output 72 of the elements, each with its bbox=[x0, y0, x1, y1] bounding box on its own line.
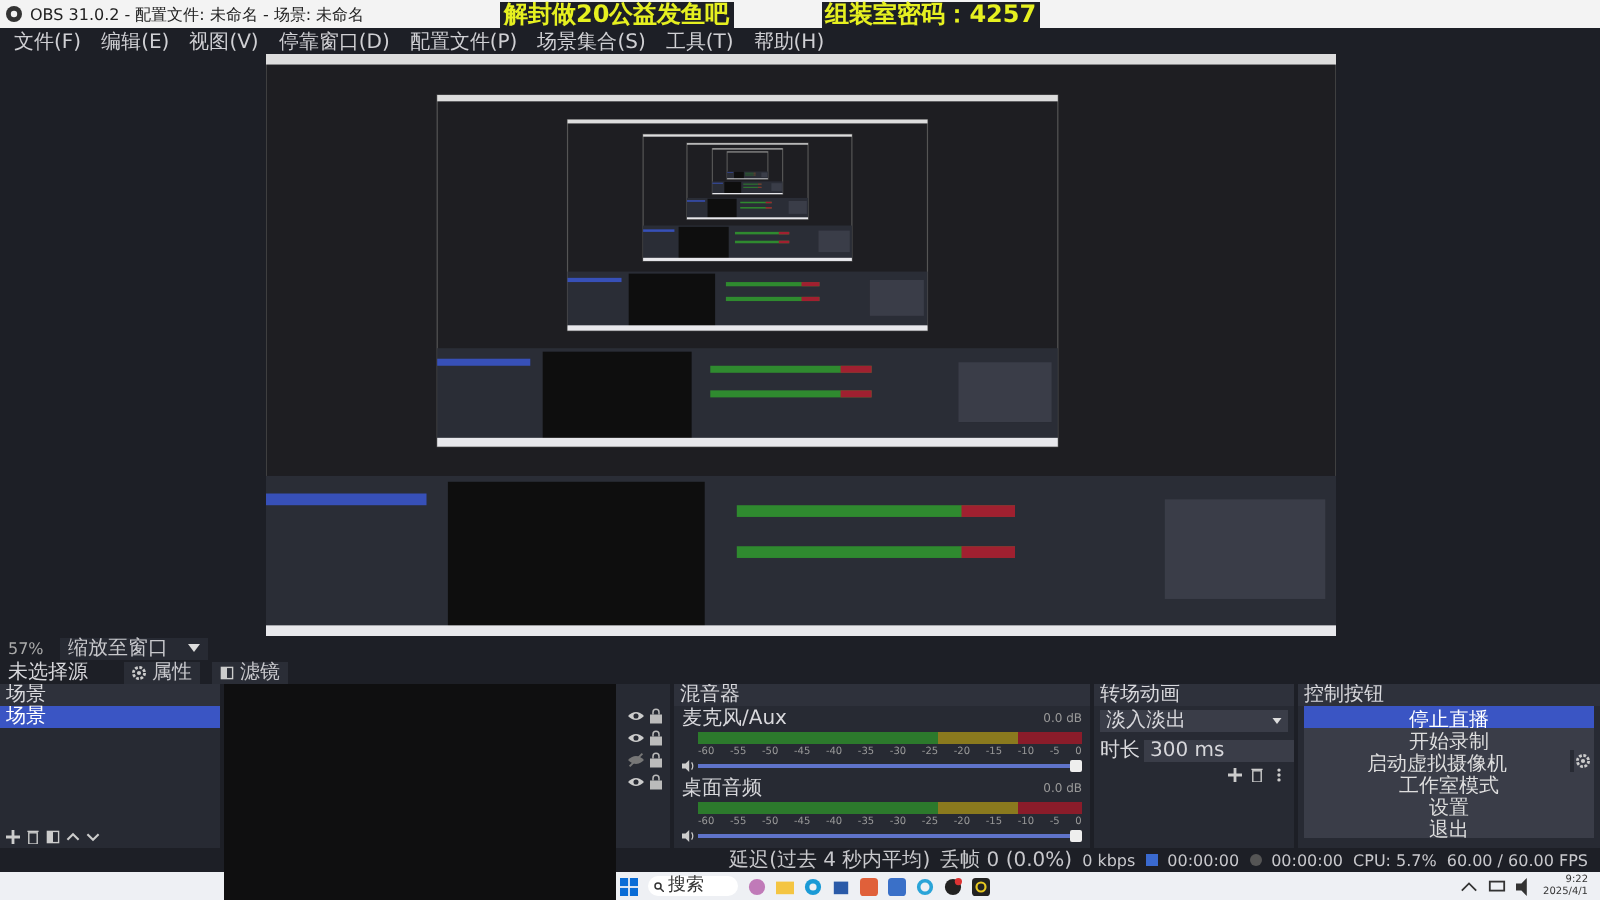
control-button[interactable]: 启动虚拟摄像机 bbox=[1304, 750, 1570, 772]
eye-icon[interactable] bbox=[628, 730, 644, 746]
trash-icon[interactable] bbox=[26, 830, 40, 844]
virtual-camera-settings-button[interactable] bbox=[1573, 750, 1594, 772]
network-icon[interactable] bbox=[1487, 877, 1506, 895]
filter-icon bbox=[220, 665, 234, 679]
menu-item[interactable]: 场景集合(S) bbox=[527, 27, 656, 55]
eye-icon[interactable] bbox=[628, 708, 644, 724]
lock-icon[interactable] bbox=[650, 774, 662, 790]
control-button[interactable]: 设置 bbox=[1304, 794, 1594, 816]
eye-icon[interactable] bbox=[628, 774, 644, 790]
trash-icon[interactable] bbox=[1250, 768, 1264, 782]
control-button[interactable]: 退出 bbox=[1304, 816, 1594, 838]
search-icon bbox=[654, 881, 664, 891]
scene-item[interactable]: 场景 bbox=[0, 706, 220, 728]
app-tile-icon[interactable] bbox=[888, 877, 906, 895]
status-text: 00:00:00 bbox=[1167, 851, 1240, 869]
caret-icon bbox=[187, 644, 200, 652]
lock-icon[interactable] bbox=[650, 752, 662, 768]
scenes-header: 场景 bbox=[0, 684, 220, 706]
record-indicator-icon bbox=[1249, 854, 1262, 866]
live-indicator-icon bbox=[1145, 854, 1158, 866]
menu-item[interactable]: 帮助(H) bbox=[743, 27, 835, 55]
status-text: 丢帧 0 (0.0%) bbox=[940, 847, 1073, 874]
speaker-icon[interactable] bbox=[682, 760, 694, 772]
status-text: 00:00:00 bbox=[1271, 851, 1344, 869]
menu-item[interactable]: 编辑(E) bbox=[91, 27, 180, 55]
windows-start-icon[interactable] bbox=[620, 877, 638, 895]
control-button[interactable]: 工作室模式 bbox=[1304, 772, 1594, 794]
add-icon[interactable] bbox=[1228, 768, 1242, 782]
menu-item[interactable]: 工具(T) bbox=[655, 27, 744, 55]
no-source-selected-label: 未选择源 bbox=[8, 659, 90, 684]
status-text: 0 kbps bbox=[1082, 851, 1136, 869]
volume-slider-thumb[interactable] bbox=[1070, 830, 1082, 842]
taskbar-search-field[interactable]: 搜索 bbox=[648, 876, 738, 896]
speaker-icon[interactable] bbox=[682, 830, 694, 842]
status-text: 60.00 / 60.00 FPS bbox=[1446, 851, 1588, 869]
transition-type-dropdown[interactable]: 淡入淡出 bbox=[1100, 710, 1288, 732]
control-button[interactable]: 停止直播 bbox=[1304, 706, 1594, 728]
channel-name: 桌面音频 bbox=[682, 778, 762, 800]
app-tile-icon[interactable] bbox=[860, 877, 878, 895]
overlay-caption: 解封做20公益发鱼吧 bbox=[500, 2, 734, 28]
status-text: 延迟(过去 4 秒内平均) bbox=[729, 847, 931, 874]
caret-icon bbox=[1272, 718, 1282, 724]
add-icon[interactable] bbox=[6, 830, 20, 844]
eye-crossed-icon[interactable] bbox=[628, 752, 644, 768]
control-button[interactable]: 开始录制 bbox=[1304, 728, 1594, 750]
record-app-icon[interactable] bbox=[944, 877, 962, 895]
volume-slider-thumb[interactable] bbox=[1070, 760, 1082, 772]
channel-name: 麦克风/Aux bbox=[682, 708, 787, 730]
more-options-icon[interactable] bbox=[1272, 768, 1286, 782]
filter-icon[interactable] bbox=[46, 830, 60, 844]
window-title: OBS 31.0.2 - 配置文件: 未命名 - 场景: 未命名 bbox=[30, 3, 365, 25]
menu-item[interactable]: 文件(F) bbox=[4, 27, 92, 55]
menu-item[interactable]: 停靠窗口(D) bbox=[268, 27, 400, 55]
browser-icon[interactable] bbox=[804, 877, 822, 895]
zoom-level: 57% bbox=[8, 639, 44, 657]
status-text: CPU: 5.7% bbox=[1353, 851, 1437, 869]
transitions-header: 转场动画 bbox=[1094, 684, 1294, 706]
menu-item[interactable]: 配置文件(P) bbox=[399, 27, 528, 55]
controls-header: 控制按钮 bbox=[1298, 684, 1600, 706]
app-logo-icon bbox=[6, 6, 22, 22]
filters-button[interactable]: 滤镜 bbox=[212, 661, 288, 683]
properties-button[interactable]: 属性 bbox=[124, 661, 200, 683]
chevron-up-icon[interactable] bbox=[1459, 877, 1478, 895]
duration-label: 时长 bbox=[1100, 737, 1140, 764]
menu-item[interactable]: 视图(V) bbox=[179, 27, 269, 55]
lock-icon[interactable] bbox=[650, 708, 662, 724]
scale-mode-dropdown[interactable]: 缩放至窗口 bbox=[59, 637, 208, 659]
duration-field[interactable]: 300 ms bbox=[1144, 739, 1294, 761]
overlay-caption: 组装室密码：4257 bbox=[821, 2, 1041, 28]
lock-icon[interactable] bbox=[650, 730, 662, 746]
